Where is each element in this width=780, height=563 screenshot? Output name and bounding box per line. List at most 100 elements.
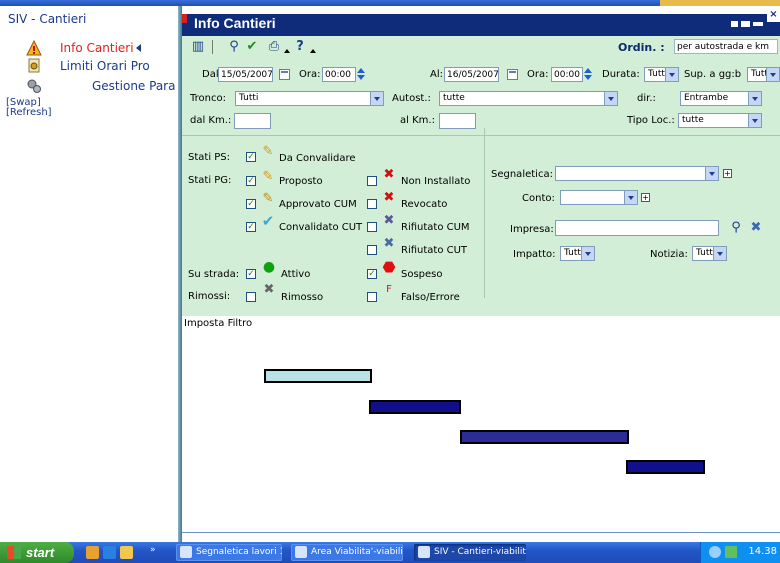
ora1-label: Ora:	[299, 69, 321, 80]
checkbox-rifiutato-cut[interactable]	[367, 245, 377, 255]
book-icon[interactable]: ▥	[190, 39, 206, 55]
checkbox-non-installato[interactable]	[367, 176, 377, 186]
expand-plus-icon[interactable]: +	[723, 169, 732, 178]
alkm-label: al Km.:	[400, 115, 435, 126]
ora1-spinner-icon[interactable]	[357, 67, 365, 81]
checkbox-sospeso[interactable]: ✓	[367, 269, 377, 279]
dal-date-field[interactable]: 15/05/2007	[218, 67, 273, 82]
document-icon	[180, 545, 192, 558]
impatto-select[interactable]: Tutti	[560, 246, 595, 261]
gantt-bar[interactable]	[369, 400, 461, 414]
chevron-down-icon	[705, 167, 718, 180]
print-dropdown-arrow-icon[interactable]	[284, 49, 290, 53]
ora2-field[interactable]: 00:00	[551, 67, 583, 82]
chevron-down-icon	[748, 114, 761, 127]
conto-label: Conto:	[522, 193, 555, 204]
view-check-icon[interactable]: ✔	[244, 39, 260, 55]
approve-badge-icon: ✎	[262, 191, 274, 206]
main-pane: Info Cantieri × ▥ ⚲ ✔ ⎙ ? Ordin. : per a…	[182, 6, 780, 542]
collapse-arrow-icon[interactable]	[136, 44, 141, 52]
tipoloc-select[interactable]: tutte	[678, 113, 762, 128]
nav-item-info-cantieri[interactable]: Info Cantieri	[26, 40, 176, 58]
tronco-select[interactable]: Tutti	[235, 91, 384, 106]
close-icon[interactable]: ×	[767, 9, 780, 22]
red-x-icon: ✖	[383, 190, 395, 205]
conto-select[interactable]	[560, 190, 638, 205]
restore-button[interactable]	[741, 21, 750, 27]
checkbox-convalidato-cut[interactable]: ✓	[246, 222, 256, 232]
print-icon[interactable]: ⎙	[266, 39, 282, 55]
search-icon[interactable]: ⚲	[226, 39, 242, 55]
toolbar-separator	[212, 40, 213, 54]
minimize-button[interactable]	[731, 21, 738, 27]
tray-app-icon[interactable]	[725, 546, 737, 558]
checkbox-falso-errore[interactable]	[367, 292, 377, 302]
sup-select[interactable]: Tutti	[747, 67, 780, 82]
help-dropdown-arrow-icon[interactable]	[310, 49, 316, 53]
quicklaunch-ie-icon[interactable]	[86, 546, 99, 559]
green-dot-icon: ●	[262, 259, 276, 275]
taskbar-button[interactable]: Segnaletica lavori 16...	[176, 544, 282, 561]
network-icon[interactable]	[709, 546, 721, 558]
search-icon[interactable]: ⚲	[728, 220, 744, 236]
dalkm-field[interactable]	[234, 113, 271, 129]
checkbox-rimosso[interactable]	[246, 292, 256, 302]
checkbox-da-convalidare[interactable]: ✓	[246, 152, 256, 162]
nav-item-gestione-parametri[interactable]: Gestione Para	[26, 78, 176, 96]
impatto-label: Impatto:	[513, 249, 556, 260]
gantt-header: Imposta Filtro	[184, 318, 253, 329]
autost-select[interactable]: tutte	[439, 91, 618, 106]
pane-bottom-line	[182, 532, 780, 533]
gantt-bar[interactable]	[460, 430, 629, 444]
calendar-icon[interactable]	[507, 69, 518, 80]
taskbar-button[interactable]: Area Viabilita'-viabilit...	[291, 544, 403, 561]
checkbox-approvato-cum[interactable]: ✓	[246, 199, 256, 209]
gantt-bar[interactable]	[626, 460, 705, 474]
order-field[interactable]: per autostrada e km	[674, 39, 778, 54]
ora2-spinner-icon[interactable]	[584, 67, 592, 81]
checkbox-attivo[interactable]: ✓	[246, 269, 256, 279]
quicklaunch-folder-icon[interactable]	[120, 546, 133, 559]
tipoloc-label: Tipo Loc.:	[627, 115, 675, 126]
attivo-label: Attivo	[281, 269, 311, 280]
convalidato-cut-label: Convalidato CUT	[279, 222, 363, 233]
ora1-field[interactable]: 00:00	[322, 67, 356, 82]
alkm-field[interactable]	[439, 113, 476, 129]
taskbar-button-active[interactable]: SIV - Cantieri-viabilita...	[414, 544, 526, 561]
segnaletica-select[interactable]	[555, 166, 719, 181]
blue-x-icon: ✖	[383, 236, 395, 251]
chevron-down-icon	[624, 191, 637, 204]
checkbox-proposto[interactable]: ✓	[246, 176, 256, 186]
help-icon[interactable]: ?	[292, 39, 308, 55]
taskbar-button-label: Area Viabilita'-viabilit...	[311, 547, 403, 557]
window-titlebar: Info Cantieri ×	[182, 9, 780, 36]
start-button[interactable]: start	[0, 542, 74, 563]
stop-sign-icon: ⬣	[382, 258, 396, 276]
al-date-field[interactable]: 16/05/2007	[444, 67, 499, 82]
toolbar: ▥ ⚲ ✔ ⎙ ? Ordin. : per autostrada e km	[182, 36, 780, 59]
expand-plus-icon[interactable]: +	[641, 193, 650, 202]
maximize-button[interactable]	[753, 22, 763, 26]
checkbox-revocato[interactable]	[367, 199, 377, 209]
column-divider	[484, 128, 485, 298]
calendar-icon[interactable]	[279, 69, 290, 80]
chevron-more-icon[interactable]: »	[150, 545, 156, 555]
clear-tools-icon[interactable]: ✖	[748, 220, 764, 236]
refresh-link[interactable]: [Refresh]	[6, 107, 52, 118]
segnaletica-label: Segnaletica:	[491, 169, 553, 180]
chevron-down-icon	[748, 92, 761, 105]
title-marker	[182, 14, 187, 23]
checkbox-rifiutato-cum[interactable]	[367, 222, 377, 232]
chevron-down-icon	[581, 247, 594, 260]
da-convalidare-label: Da Convalidare	[279, 153, 356, 164]
impresa-field[interactable]	[555, 220, 719, 236]
dir-label: dir.:	[637, 93, 656, 104]
quicklaunch-browser-icon[interactable]	[103, 546, 116, 559]
dir-select[interactable]: Entrambe	[680, 91, 762, 106]
nav-item-limiti-orari[interactable]: Limiti Orari Pro	[26, 58, 176, 76]
durata-select[interactable]: Tutti	[644, 67, 679, 82]
gear-doc-icon	[28, 58, 40, 73]
gantt-bar[interactable]	[264, 369, 372, 383]
notizia-select[interactable]: Tutti	[692, 246, 727, 261]
left-nav: SIV - Cantieri Info Cantieri Limiti Orar…	[0, 6, 178, 542]
